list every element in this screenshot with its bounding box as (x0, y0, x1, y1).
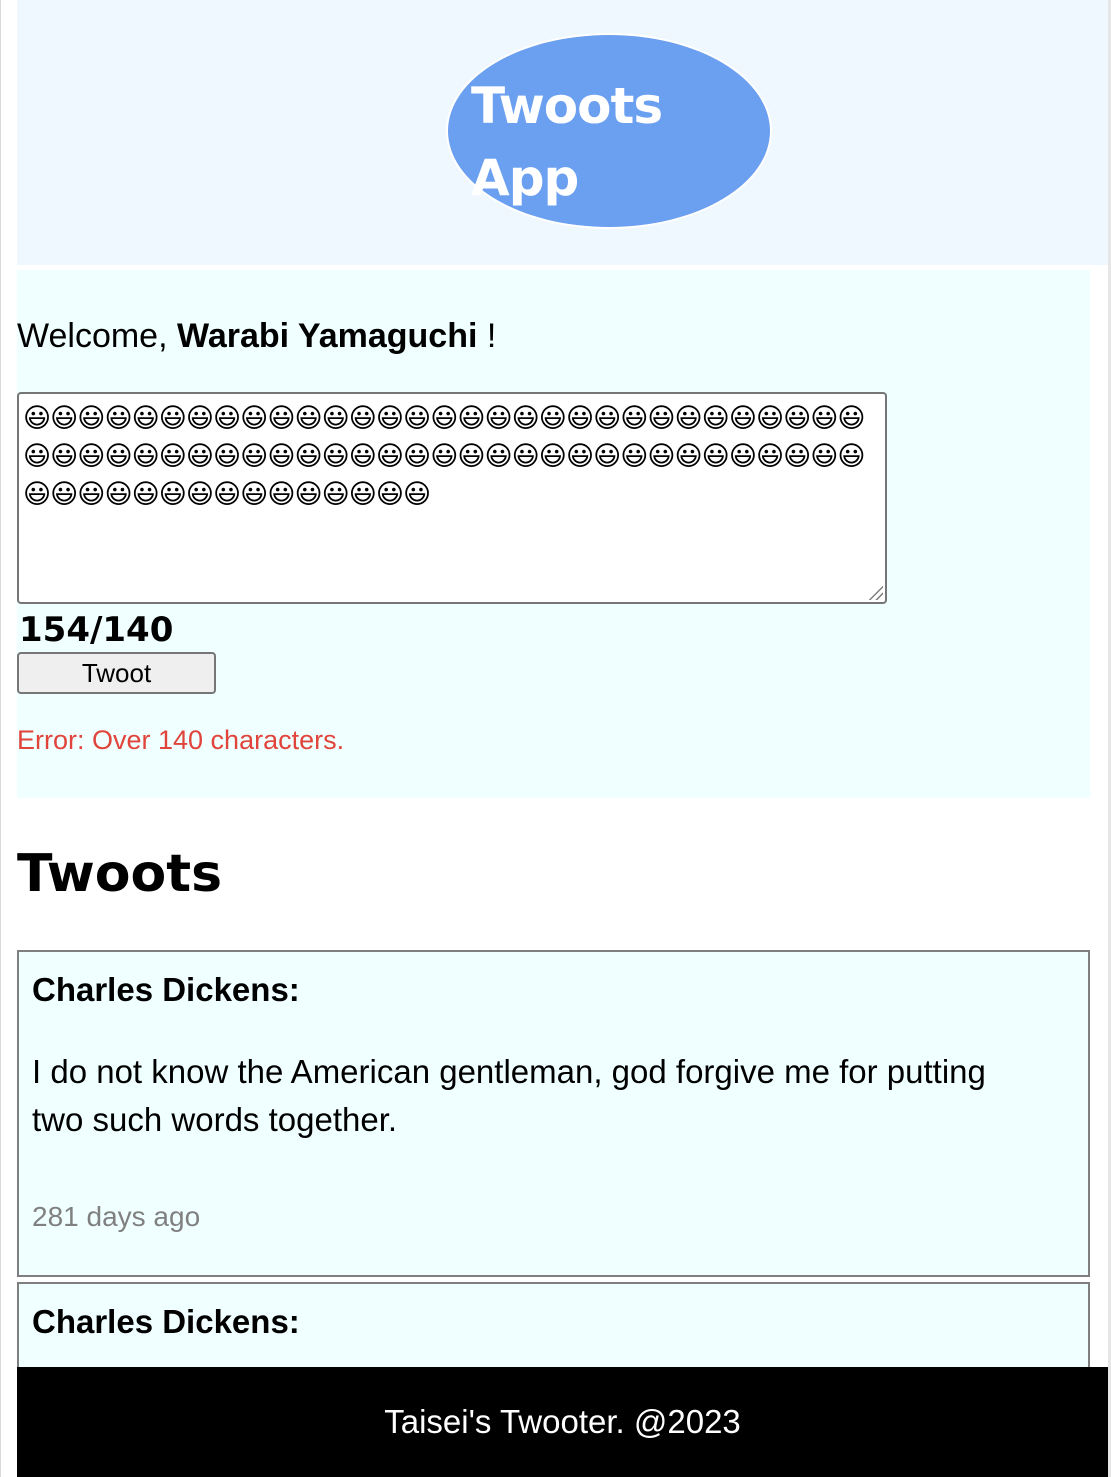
footer-text: Taisei's Twooter. @2023 (384, 1403, 741, 1440)
welcome-prefix: Welcome, (17, 317, 168, 355)
twoot-composer[interactable]: 😃😃😃😃😃😃😃😃😃😃😃😃😃😃😃😃😃😃😃😃😃😃😃😃😃😃😃😃😃😃😃😃😃😃😃😃😃😃😃😃… (17, 392, 887, 604)
error-message: Error: Over 140 characters. (17, 725, 345, 755)
twoot-author: Charles Dickens: (32, 1303, 300, 1340)
twoot-body: I do not know the American gentleman, go… (32, 1053, 986, 1138)
user-name: Warabi Yamaguchi (176, 317, 478, 355)
character-counter: 154/140 (19, 610, 174, 650)
welcome-suffix: ! (486, 317, 497, 355)
resize-handle-icon[interactable] (869, 586, 883, 600)
twoot-input[interactable]: 😃😃😃😃😃😃😃😃😃😃😃😃😃😃😃😃😃😃😃😃😃😃😃😃😃😃😃😃😃😃😃😃😃😃😃😃😃😃😃😃… (23, 400, 881, 596)
site-header: Twoots App (17, 0, 1108, 265)
twoots-heading: Twoots (17, 844, 223, 904)
page: Twoots App Welcome, Warabi Yamaguchi ! 😃… (0, 0, 1111, 1477)
twoot-card: Charles Dickens: I do not know the Ameri… (17, 950, 1090, 1277)
app-logo-text: Twoots App (471, 77, 663, 207)
compose-section: Welcome, Warabi Yamaguchi ! 😃😃😃😃😃😃😃😃😃😃😃😃… (17, 270, 1090, 798)
site-footer: Taisei's Twooter. @2023 (17, 1367, 1108, 1477)
welcome-message: Welcome, Warabi Yamaguchi ! (17, 316, 496, 356)
twoot-author: Charles Dickens: (32, 971, 300, 1008)
twoot-button[interactable]: Twoot (17, 652, 216, 694)
window-edge (0, 0, 17, 1477)
twoot-timestamp: 281 days ago (32, 1201, 201, 1232)
